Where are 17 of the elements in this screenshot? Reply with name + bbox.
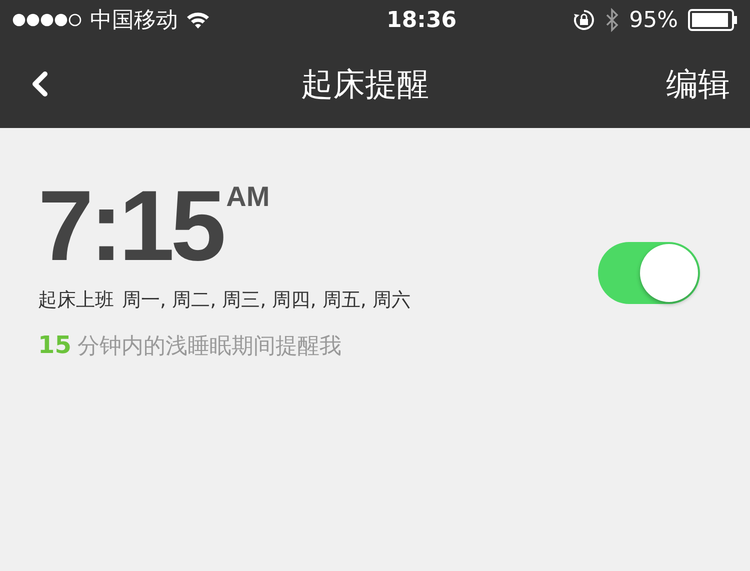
smart-wake-text: 分钟内的浅睡眠期间提醒我 bbox=[77, 332, 342, 360]
alarm-days: 周一, 周二, 周三, 周四, 周五, 周六 bbox=[122, 286, 410, 314]
rotation-lock-icon bbox=[573, 9, 596, 31]
status-time: 18:36 bbox=[386, 6, 457, 34]
page-title: 起床提醒 bbox=[301, 64, 429, 105]
alarm-label: 起床上班 bbox=[38, 288, 114, 313]
battery-icon bbox=[688, 9, 738, 31]
carrier-name: 中国移动 bbox=[90, 6, 178, 34]
alarm-period: AM bbox=[226, 182, 270, 212]
signal-strength-icon bbox=[12, 13, 82, 27]
alarm-time: 7:15 bbox=[38, 176, 222, 276]
edit-button[interactable]: 编辑 bbox=[666, 60, 730, 108]
alarm-toggle[interactable] bbox=[598, 242, 700, 304]
battery-percent: 95% bbox=[629, 6, 678, 34]
bluetooth-icon bbox=[605, 8, 620, 32]
wifi-icon bbox=[186, 11, 210, 29]
smart-minutes: 15 bbox=[38, 330, 72, 360]
